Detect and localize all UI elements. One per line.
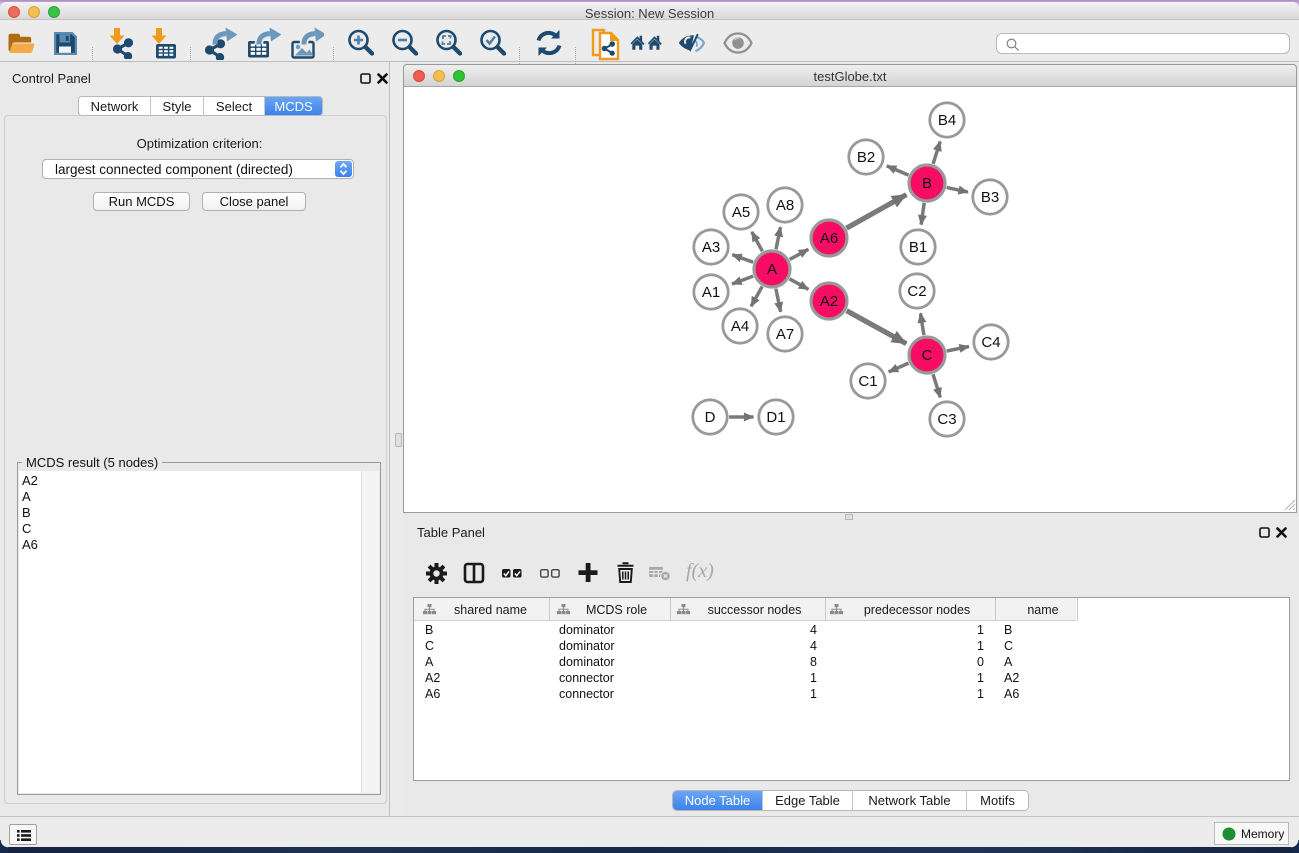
svg-text:A8: A8 [776,197,794,214]
svg-text:B: B [922,175,932,192]
svg-text:D: D [705,409,716,426]
svg-text:A3: A3 [702,239,720,256]
svg-text:B4: B4 [938,112,956,129]
svg-text:B1: B1 [909,239,927,256]
svg-text:A2: A2 [820,293,838,310]
svg-text:A: A [767,261,777,278]
svg-text:C3: C3 [937,411,956,428]
svg-text:C4: C4 [981,334,1000,351]
svg-text:A6: A6 [820,230,838,247]
svg-text:A7: A7 [776,326,794,343]
svg-text:C: C [922,347,933,364]
svg-text:C1: C1 [858,373,877,390]
svg-text:A1: A1 [702,284,720,301]
svg-text:A4: A4 [731,318,749,335]
svg-text:B3: B3 [981,189,999,206]
svg-text:B2: B2 [857,149,875,166]
svg-text:C2: C2 [907,283,926,300]
svg-text:A5: A5 [732,204,750,221]
svg-text:D1: D1 [766,409,785,426]
